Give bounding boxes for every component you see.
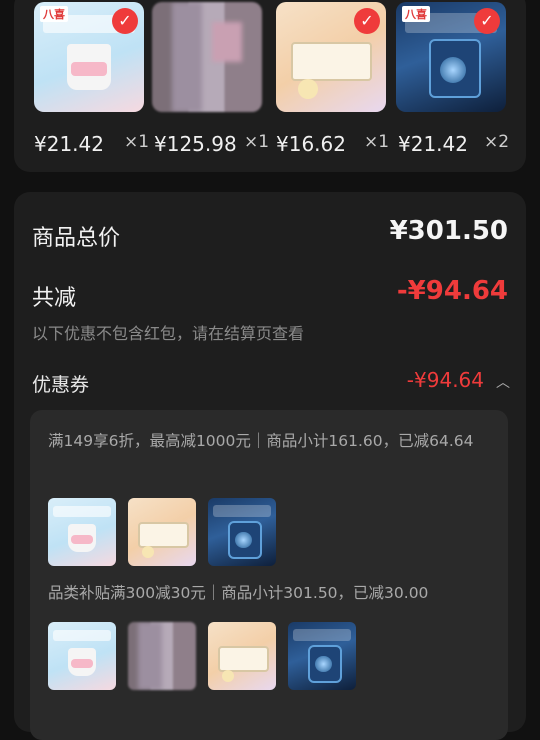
coupon-rule-1: 满149享6折，最高减1000元｜商品小计161.60，已减64.64	[48, 432, 474, 450]
product-banner	[53, 506, 111, 518]
product-banner	[53, 630, 111, 642]
discount-note: 以下优惠不包含红包，请在结算页查看	[32, 324, 305, 343]
check-circle-icon[interactable]: ✓	[112, 8, 138, 34]
product-thumb-2[interactable]	[152, 2, 262, 112]
product-box	[291, 41, 373, 81]
product-swirl	[315, 656, 332, 673]
product-scoop	[221, 669, 234, 682]
product-price: ¥16.62	[276, 132, 346, 156]
coupon-product-thumb[interactable]	[288, 622, 356, 690]
coupon-product-thumb[interactable]	[48, 498, 116, 566]
product-banner	[213, 504, 271, 518]
total-reduction-label: 共减	[32, 286, 77, 311]
product-scoop	[141, 545, 154, 558]
brand-logo: 八喜	[402, 6, 430, 22]
product-qty: ×1	[244, 132, 270, 152]
total-price-label: 商品总价	[32, 226, 121, 251]
product-swirl	[235, 532, 252, 549]
coupon-product-thumb[interactable]	[48, 622, 116, 690]
coupon-detail-panel: 满149享6折，最高减1000元｜商品小计161.60，已减64.64 品类补贴…	[30, 410, 508, 740]
coupon-product-thumb[interactable]	[208, 498, 276, 566]
product-strip-card: 八喜 ✓ ✓ 八喜 ✓ ¥21.42 ×1 ¥125.98 ×1 ¥16.62 …	[14, 0, 526, 172]
coupon-product-thumb[interactable]	[208, 622, 276, 690]
product-cup	[67, 43, 111, 90]
product-thumb-4[interactable]: 八喜 ✓	[396, 2, 506, 112]
blur-block	[138, 622, 162, 690]
product-price: ¥21.42	[34, 132, 104, 156]
product-thumb-1[interactable]: 八喜 ✓	[34, 2, 144, 112]
blur-block	[172, 2, 202, 112]
check-circle-icon[interactable]: ✓	[354, 8, 380, 34]
product-qty: ×2	[484, 132, 510, 152]
product-thumb-3[interactable]: ✓	[276, 2, 386, 112]
product-qty: ×1	[364, 132, 390, 152]
coupon-product-thumb[interactable]	[128, 498, 196, 566]
product-scoop	[298, 79, 318, 99]
product-qty: ×1	[124, 132, 150, 152]
product-box	[137, 522, 190, 549]
product-cup	[68, 647, 96, 677]
product-cup	[68, 523, 96, 553]
coupon-value[interactable]: -¥94.64	[407, 368, 484, 392]
coupon-label[interactable]: 优惠券	[32, 370, 89, 397]
product-price: ¥21.42	[398, 132, 468, 156]
coupon-rule-2: 品类补贴满300减30元｜商品小计301.50，已减30.00	[48, 584, 429, 602]
coupon-product-thumb[interactable]	[128, 622, 196, 690]
price-summary-card: 商品总价 ¥301.50 共减 -¥94.64 以下优惠不包含红包，请在结算页查…	[14, 192, 526, 740]
chevron-up-icon[interactable]: ︿	[496, 372, 510, 392]
product-box	[217, 646, 270, 673]
total-reduction-value: -¥94.64	[396, 276, 508, 306]
check-circle-icon[interactable]: ✓	[474, 8, 500, 34]
product-banner	[293, 628, 351, 642]
product-price: ¥125.98	[154, 132, 237, 156]
blur-block	[212, 22, 242, 62]
brand-logo: 八喜	[40, 6, 68, 22]
total-price-value: ¥301.50	[389, 216, 508, 246]
